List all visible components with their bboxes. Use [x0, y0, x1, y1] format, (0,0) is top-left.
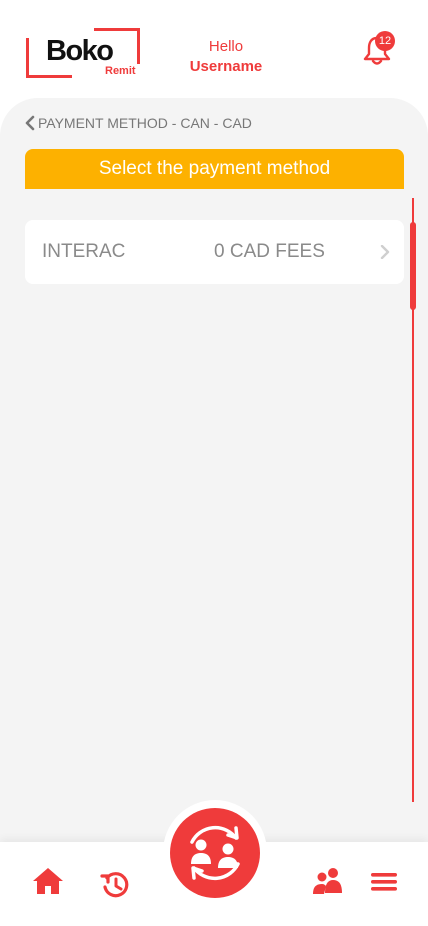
content-panel: PAYMENT METHOD - CAN - CAD Select the pa…	[0, 98, 428, 858]
app-header: Boko Remit Hello Username 12	[0, 0, 428, 100]
chevron-left-icon	[25, 115, 35, 131]
breadcrumb-label: PAYMENT METHOD - CAN - CAD	[38, 115, 252, 131]
greeting-username: Username	[189, 58, 263, 75]
history-icon[interactable]	[100, 870, 132, 900]
boko-remit-logo[interactable]: Boko Remit	[26, 28, 140, 78]
payment-method-item[interactable]: INTERAC 0 CAD FEES	[25, 220, 404, 284]
chevron-right-icon	[380, 245, 390, 259]
menu-icon[interactable]	[370, 870, 398, 894]
home-icon[interactable]	[32, 866, 64, 896]
logo-subtitle: Remit	[105, 65, 136, 77]
payment-method-name: INTERAC	[42, 241, 126, 262]
section-banner: Select the payment method	[25, 149, 404, 189]
greeting: Hello Username	[178, 38, 274, 75]
back-button[interactable]: PAYMENT METHOD - CAN - CAD	[24, 115, 252, 131]
greeting-hello: Hello	[208, 38, 244, 55]
notification-badge: 12	[375, 31, 395, 51]
transfer-button[interactable]	[170, 808, 260, 898]
scrollbar-thumb[interactable]	[410, 222, 416, 310]
payment-method-fees: 0 CAD FEES	[214, 241, 325, 262]
contacts-icon[interactable]	[312, 866, 344, 896]
transfer-icon	[190, 825, 240, 881]
logo-wordmark: Boko	[46, 35, 114, 67]
